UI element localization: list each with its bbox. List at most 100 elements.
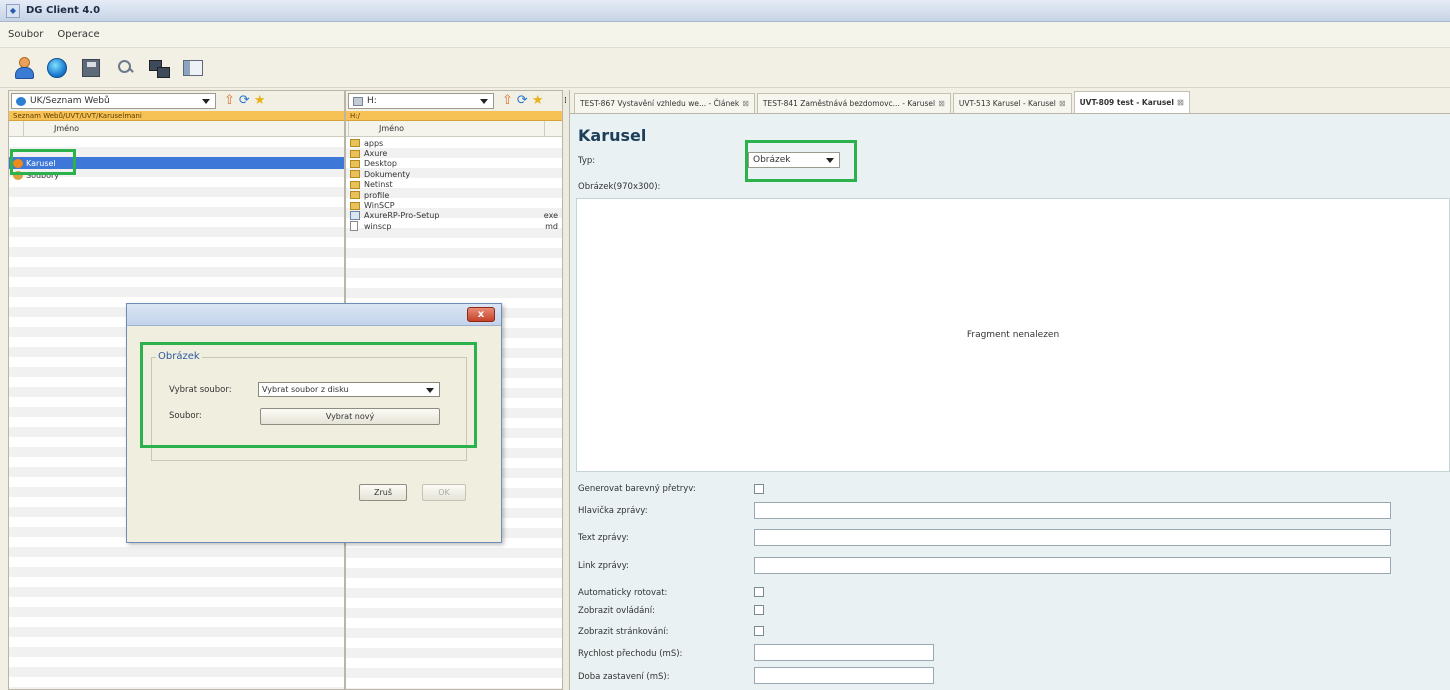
refresh-icon[interactable]: ⟳ [517,94,528,108]
text-label: Text zprávy: [578,533,629,543]
image-fragment-area[interactable]: Fragment nenalezen [576,198,1450,472]
tab-close-icon[interactable]: ⊠ [742,99,749,108]
file-row[interactable]: apps [346,138,562,148]
header-label: Hlavička zprávy: [578,506,648,516]
refresh-icon[interactable]: ⟳ [239,94,250,108]
mid-combo-row: H: ⇧ ⟳ ★ [346,91,562,111]
file-name: apps [364,138,384,148]
ok-button[interactable]: OK [422,484,466,501]
save-icon [82,58,100,77]
mid-path-bar: H:/ [346,111,562,121]
image-label: Obrázek(970x300): [578,182,661,192]
karusel-highlight [10,149,76,175]
file-name: Dokumenty [364,169,411,179]
user-icon [13,56,34,79]
generate-checkbox[interactable] [754,484,764,494]
favorite-star-icon[interactable]: ★ [254,94,266,108]
drive-icon [353,96,363,106]
drive-select-value: H: [367,96,377,106]
splitter-grip-icon: ⁞ [564,96,567,106]
auto-rotate-checkbox[interactable] [754,587,764,597]
file-row[interactable]: Desktop [346,159,562,169]
header-input[interactable] [754,502,1391,519]
file-row[interactable]: Axure [346,148,562,158]
tab-label: UVT-513 Karusel - Karusel [958,99,1056,108]
favorite-star-icon[interactable]: ★ [532,94,544,108]
tab-label: TEST-841 Zaměstnává bezdomovc... - Karus… [762,99,936,108]
tab-uvt-809[interactable]: UVT-809 test - Karusel ⊠ [1073,91,1190,113]
drive-select[interactable]: H: [348,93,494,109]
tab-uvt-513[interactable]: UVT-513 Karusel - Karusel ⊠ [952,93,1072,113]
mid-nav-icons: ⇧ ⟳ ★ [502,94,547,108]
menu-soubor[interactable]: Soubor [8,29,43,40]
user-button[interactable] [10,55,36,81]
typ-label: Typ: [578,156,596,166]
chevron-down-icon [202,99,210,104]
file-name: AxureRP-Pro-Setup [364,211,440,221]
show-controls-checkbox[interactable] [754,605,764,615]
pause-label: Doba zastavení (mS): [578,672,670,682]
column-name[interactable]: Jméno [348,121,544,136]
tab-close-icon[interactable]: ⊠ [1059,99,1066,108]
globe-icon [16,96,26,106]
file-row[interactable]: winscp md [346,221,562,232]
pause-input[interactable] [754,667,934,684]
document-icon [350,221,358,232]
globe-icon [47,57,67,78]
dialog-titlebar[interactable]: x [127,304,501,326]
window-title: DG Client 4.0 [26,5,101,16]
network-icon [148,58,170,78]
menu-bar: Soubor Operace [0,22,1450,48]
file-name: Desktop [364,159,397,169]
file-row[interactable]: Dokumenty [346,169,562,179]
show-paging-label: Zobrazit stránkování: [578,627,669,637]
toolbar [0,48,1450,88]
tab-close-icon[interactable]: ⊠ [1177,98,1184,107]
file-name: WinSCP [364,201,395,211]
menu-operace[interactable]: Operace [57,29,99,40]
search-button[interactable] [112,55,138,81]
panel-button[interactable] [180,55,206,81]
panel-icon [183,59,203,76]
window-titlebar: ◆ DG Client 4.0 [0,0,1450,22]
typ-highlight [745,140,857,182]
tab-test-841[interactable]: TEST-841 Zaměstnává bezdomovc... - Karus… [756,93,951,113]
file-name: winscp [364,221,392,231]
folder-icon [350,201,360,210]
cancel-button[interactable]: Zruš [359,484,407,501]
file-row[interactable]: Netinst [346,180,562,190]
file-ext: exe [543,211,558,221]
file-row[interactable]: AxureRP-Pro-Setup exe [346,211,562,221]
file-name: Netinst [364,180,393,190]
chevron-down-icon [480,99,488,104]
text-input[interactable] [754,529,1391,546]
web-select[interactable]: UK/Seznam Webů [11,93,216,109]
link-label: Link zprávy: [578,561,629,571]
left-column-header: Jméno [9,121,344,137]
tab-test-867[interactable]: TEST-867 Vystavění vzhledu we... - Článe… [574,93,755,113]
column-ext[interactable] [544,121,562,136]
mid-column-header: Jméno [346,121,562,137]
speed-label: Rychlost přechodu (mS): [578,649,683,659]
web-button[interactable] [44,55,70,81]
folder-icon [350,170,360,179]
file-ext: md [545,221,558,231]
show-paging-checkbox[interactable] [754,626,764,636]
speed-input[interactable] [754,644,934,661]
column-name[interactable]: Jméno [23,121,344,136]
file-row[interactable]: profile [346,190,562,200]
fragment-message: Fragment nenalezen [966,330,1060,340]
editor-pane: TEST-867 Vystavění vzhledu we... - Článe… [569,90,1450,690]
up-folder-icon[interactable]: ⇧ [224,94,235,108]
tab-close-icon[interactable]: ⊠ [938,99,945,108]
folder-icon [350,191,360,200]
link-input[interactable] [754,557,1391,574]
left-nav-icons: ⇧ ⟳ ★ [224,94,269,108]
save-button[interactable] [78,55,104,81]
file-row[interactable]: WinSCP [346,200,562,210]
up-folder-icon[interactable]: ⇧ [502,94,513,108]
tab-label: UVT-809 test - Karusel [1079,98,1174,107]
dialog-close-button[interactable]: x [467,307,495,322]
network-button[interactable] [146,55,172,81]
dialog-fieldset-highlight [140,342,477,448]
